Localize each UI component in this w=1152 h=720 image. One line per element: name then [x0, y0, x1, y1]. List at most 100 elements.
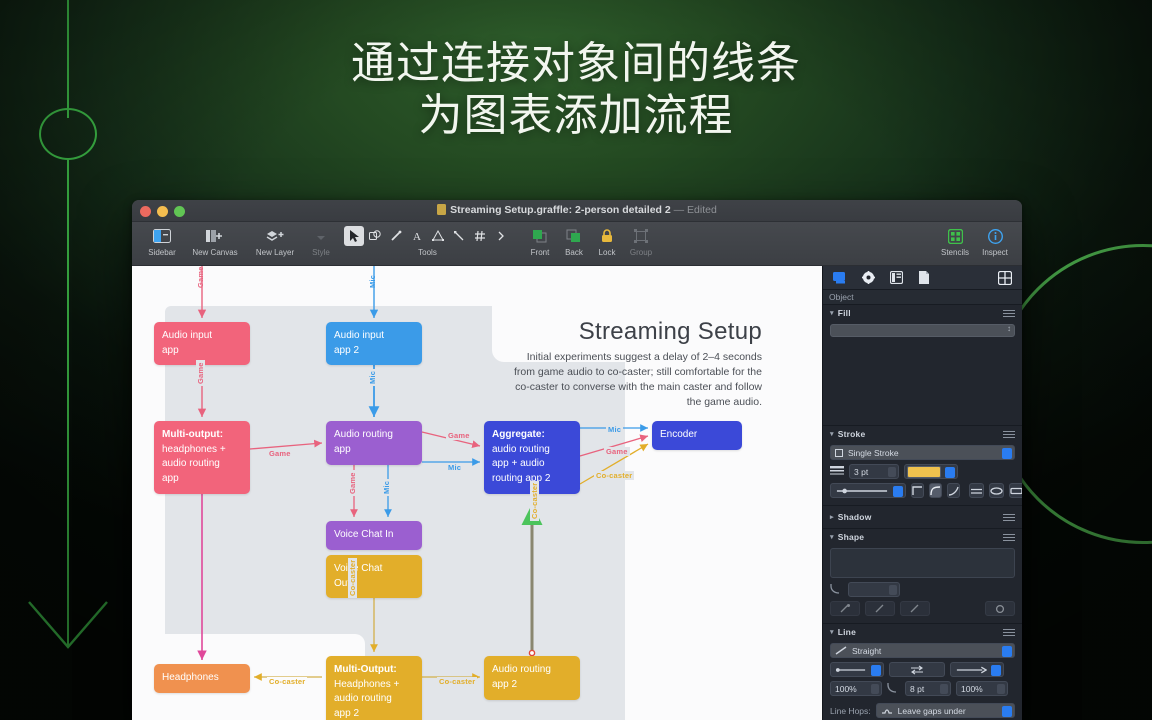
line-section-header[interactable]: ▾ Line [823, 624, 1022, 640]
node-line: app + audio [492, 458, 545, 469]
canvas-scroll-area[interactable]: Streaming Setup Initial experiments sugg… [132, 266, 822, 720]
edge-label[interactable]: Game [196, 266, 205, 288]
edge-label[interactable]: Co-caster [267, 677, 308, 686]
line-section-menu-icon[interactable] [1003, 627, 1015, 638]
edge-label[interactable]: Mic [606, 425, 624, 434]
edge-label[interactable]: Game [267, 449, 293, 458]
corner-bevel-icon[interactable] [947, 483, 960, 498]
diagram-node-multi-output-1[interactable]: Multi-output: headphones + audio routing ap… [154, 421, 250, 494]
toolbar-lock-label: Lock [598, 248, 616, 257]
inspector-panel: Object ▾ Fill ▾ Stroke [822, 266, 1022, 720]
edge-label[interactable]: Co-caster [594, 471, 635, 480]
fill-section-header[interactable]: ▾ Fill [823, 305, 1022, 321]
line-start-scale-stepper[interactable]: 100% [830, 681, 882, 696]
edge-label[interactable]: Co-caster [437, 677, 478, 686]
diagram-node-voice-chat-in[interactable]: Voice Chat In [326, 521, 422, 550]
line-end-scale-value: 100% [961, 683, 983, 694]
toolbar-style-button[interactable]: Style [304, 225, 338, 257]
shape-section-header[interactable]: ▾ Shape [823, 529, 1022, 545]
toolbar-stencils-button[interactable]: Stencils [934, 225, 976, 257]
cap-butt-icon[interactable] [969, 483, 984, 498]
edge-label[interactable]: Game [196, 360, 205, 386]
line-end-scale-stepper[interactable]: 100% [956, 681, 1008, 696]
edge-label[interactable]: Mic [368, 368, 377, 386]
fill-section-menu-icon[interactable] [1003, 308, 1015, 319]
shadow-section-header[interactable]: ▸ Shadow [823, 506, 1022, 528]
polygon-icon[interactable] [428, 226, 448, 246]
shape-remove-point-icon[interactable] [900, 601, 930, 616]
stroke-type-popup[interactable]: Single Stroke [830, 445, 1015, 460]
more-chevron-icon[interactable] [491, 226, 511, 246]
node-line: audio routing [492, 443, 550, 455]
stroke-section-menu-icon[interactable] [1003, 429, 1015, 440]
diagram-node-audio-input-app-2[interactable]: Audio input app 2 [326, 322, 422, 365]
document-tab-icon[interactable] [917, 271, 931, 285]
toolbar-group-button[interactable]: Group [623, 225, 659, 257]
select-arrow-icon[interactable] [344, 226, 364, 246]
edge-label[interactable]: Game [348, 470, 357, 496]
corner-miter-icon[interactable] [911, 483, 924, 498]
line-icon[interactable] [386, 226, 406, 246]
diagram-canvas[interactable]: Streaming Setup Initial experiments sugg… [132, 266, 822, 720]
corner-radius-stepper[interactable] [848, 582, 900, 597]
shape-reset-icon[interactable] [985, 601, 1015, 616]
grid-icon[interactable] [470, 226, 490, 246]
stroke-thickness-icon[interactable] [830, 465, 844, 479]
shape-edit-icon[interactable] [830, 601, 860, 616]
fill-style-popup[interactable] [830, 324, 1015, 337]
stroke-width-stepper[interactable]: 3 pt [849, 464, 899, 479]
window-titlebar: Streaming Setup.graffle: 2-person detail… [132, 200, 1022, 222]
edge-label[interactable]: Mic [446, 463, 464, 472]
node-line: Audio input [162, 330, 213, 341]
toolbar-new-canvas-button[interactable]: New Canvas [184, 225, 246, 257]
toolbar-front-button[interactable]: Front [523, 225, 557, 257]
line-type-popup[interactable]: Straight [830, 643, 1015, 658]
stroke-section-header[interactable]: ▾ Stroke [823, 426, 1022, 442]
cap-square-icon[interactable] [1009, 483, 1022, 498]
diagram-node-encoder[interactable]: Encoder [652, 421, 742, 450]
cap-round-icon[interactable] [989, 483, 1004, 498]
edge-label[interactable]: Game [604, 447, 630, 456]
sidebar-icon [153, 225, 171, 247]
node-line: Headphones + [334, 678, 400, 690]
line-corner-stepper[interactable]: 8 pt [905, 681, 951, 696]
edge-label[interactable]: Mic [368, 275, 377, 288]
diagram-node-audio-routing-app[interactable]: Audio routing app [326, 421, 422, 465]
node-line: Multi-output: [162, 429, 224, 440]
toolbar-inspect-button[interactable]: Inspect [976, 225, 1014, 257]
edge-label[interactable]: Co-caster [530, 480, 539, 521]
stroke-color-popup[interactable] [904, 464, 958, 479]
line-straight-icon [835, 646, 847, 655]
diagram-node-audio-routing-app-2[interactable]: Audio routing app 2 [484, 656, 580, 700]
text-icon[interactable]: A [407, 226, 427, 246]
shape-icon[interactable] [365, 226, 385, 246]
edge-label[interactable]: Mic [382, 478, 391, 496]
shadow-section-menu-icon[interactable] [1003, 512, 1015, 523]
style-tab-icon[interactable] [861, 271, 875, 285]
shape-section-menu-icon[interactable] [1003, 532, 1015, 543]
toolbar-sidebar-button[interactable]: Sidebar [140, 225, 184, 257]
toolbar-lock-button[interactable]: Lock [591, 225, 623, 257]
diagram-node-multi-output-2[interactable]: Multi-Output: Headphones + audio routing ap… [326, 656, 422, 720]
shape-preview-field[interactable] [830, 548, 1015, 578]
line-swap-ends-button[interactable] [889, 662, 945, 677]
edge-label[interactable]: Game [446, 431, 472, 440]
canvas-tab-icon[interactable] [889, 271, 903, 285]
shape-add-point-icon[interactable] [865, 601, 895, 616]
pen-icon[interactable] [449, 226, 469, 246]
line-end-arrow-popup[interactable] [950, 662, 1004, 677]
diagram-node-headphones[interactable]: Headphones [154, 664, 250, 693]
node-line: Audio routing [492, 664, 551, 675]
line-hops-popup[interactable]: Leave gaps under [875, 703, 1015, 718]
object-tab-icon[interactable] [833, 271, 847, 285]
stencils-tab-icon[interactable] [998, 270, 1012, 285]
diagram-node-audio-input-app[interactable]: Audio input app [154, 322, 250, 365]
shape-corner-row [830, 582, 1015, 597]
stroke-dash-popup[interactable] [830, 483, 906, 498]
corner-round-icon[interactable] [929, 483, 942, 498]
toolbar-back-button[interactable]: Back [557, 225, 591, 257]
diagram-node-voice-chat-out[interactable]: Voice Chat Out [326, 555, 422, 598]
toolbar-new-layer-button[interactable]: New Layer [246, 225, 304, 257]
edge-label[interactable]: Co-caster [348, 557, 357, 598]
line-start-arrow-popup[interactable] [830, 662, 884, 677]
